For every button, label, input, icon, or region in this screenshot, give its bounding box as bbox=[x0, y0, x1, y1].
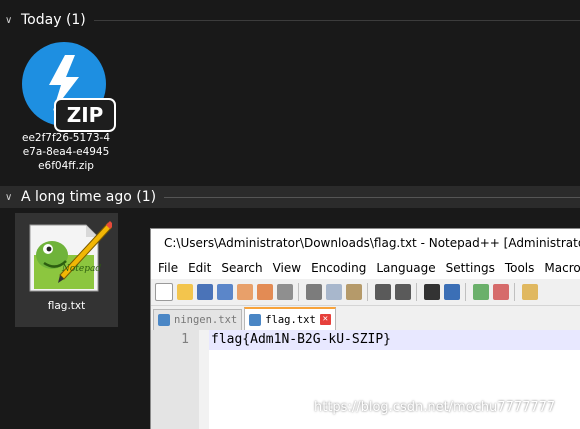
toolbar bbox=[151, 279, 580, 306]
menu-file[interactable]: File bbox=[158, 261, 178, 275]
save-icon[interactable] bbox=[197, 284, 213, 300]
file-name: ee2f7f26-5173-4e7a-8ea4-e4945e6f04ff.zip bbox=[21, 132, 110, 172]
paste-icon[interactable] bbox=[346, 284, 362, 300]
undo-icon[interactable] bbox=[375, 284, 391, 300]
file-item-flag-txt[interactable]: Notepad flag.txt bbox=[15, 213, 118, 327]
print-icon[interactable] bbox=[277, 284, 293, 300]
tab-bar: ningen.txt flag.txt ✕ bbox=[151, 306, 580, 331]
menu-edit[interactable]: Edit bbox=[188, 261, 211, 275]
group-label: A long time ago (1) bbox=[21, 189, 157, 205]
menu-language[interactable]: Language bbox=[376, 261, 435, 275]
close-tab-icon[interactable]: ✕ bbox=[319, 314, 331, 325]
save-all-icon[interactable] bbox=[217, 284, 233, 300]
toolbar-separator bbox=[367, 283, 368, 301]
tab-label: flag.txt bbox=[265, 313, 316, 326]
editor-text[interactable]: flag{Adm1N-B2G-kU-SZIP} bbox=[211, 332, 391, 347]
menu-encoding[interactable]: Encoding bbox=[311, 261, 366, 275]
menu-macro[interactable]: Macro bbox=[544, 261, 580, 275]
chevron-down-icon: ∨ bbox=[5, 191, 13, 203]
redo-icon[interactable] bbox=[395, 284, 411, 300]
group-divider bbox=[93, 19, 580, 21]
group-label: Today (1) bbox=[21, 12, 86, 28]
notepadplusplus-window[interactable]: C:\Users\Administrator\Downloads\flag.tx… bbox=[150, 228, 580, 429]
tab-ningen-txt[interactable]: ningen.txt bbox=[153, 309, 243, 330]
menu-bar: File Edit Search View Encoding Language … bbox=[151, 257, 580, 279]
line-number: 1 bbox=[181, 332, 189, 347]
group-header-long-time-ago[interactable]: ∨ A long time ago (1) bbox=[0, 186, 580, 208]
new-file-icon[interactable] bbox=[155, 283, 173, 301]
menu-view[interactable]: View bbox=[273, 261, 301, 275]
fold-margin bbox=[199, 330, 209, 429]
zoom-in-icon[interactable] bbox=[473, 284, 489, 300]
notepadplusplus-file-icon: Notepad bbox=[22, 219, 114, 295]
chevron-down-icon: ∨ bbox=[5, 14, 13, 26]
cut-icon[interactable] bbox=[306, 284, 322, 300]
toolbar-separator bbox=[465, 283, 466, 301]
copy-icon[interactable] bbox=[326, 284, 342, 300]
open-file-icon[interactable] bbox=[177, 284, 193, 300]
menu-tools[interactable]: Tools bbox=[505, 261, 535, 275]
file-name: flag.txt bbox=[47, 300, 86, 312]
save-icon bbox=[249, 313, 262, 326]
line-number-gutter: 1 bbox=[151, 330, 209, 429]
group-header-today[interactable]: ∨ Today (1) bbox=[0, 9, 580, 31]
file-item-zip[interactable]: ZIP ee2f7f26-5173-4e7a-8ea4-e4945e6f04ff… bbox=[15, 39, 117, 179]
zip-archive-icon: ZIP bbox=[21, 41, 116, 132]
zoom-out-icon[interactable] bbox=[493, 284, 509, 300]
toolbar-separator bbox=[514, 283, 515, 301]
close-all-icon[interactable] bbox=[257, 284, 273, 300]
toolbar-separator bbox=[298, 283, 299, 301]
replace-icon[interactable] bbox=[444, 284, 460, 300]
toolbar-separator bbox=[416, 283, 417, 301]
watermark: https://blog.csdn.net/mochu7777777 bbox=[314, 400, 556, 415]
tab-flag-txt[interactable]: flag.txt ✕ bbox=[244, 307, 336, 330]
svg-text:Notepad: Notepad bbox=[61, 264, 101, 274]
menu-search[interactable]: Search bbox=[221, 261, 262, 275]
sync-scroll-icon[interactable] bbox=[522, 284, 538, 300]
group-divider bbox=[164, 196, 580, 198]
title-bar[interactable]: C:\Users\Administrator\Downloads\flag.tx… bbox=[151, 229, 580, 257]
window-title: C:\Users\Administrator\Downloads\flag.tx… bbox=[164, 236, 580, 250]
tab-label: ningen.txt bbox=[174, 314, 238, 326]
menu-settings[interactable]: Settings bbox=[446, 261, 495, 275]
close-icon[interactable] bbox=[237, 284, 253, 300]
save-icon bbox=[158, 314, 170, 326]
find-icon[interactable] bbox=[424, 284, 440, 300]
